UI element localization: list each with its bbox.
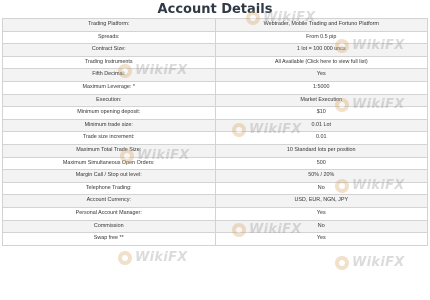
table-row: Contract Size: 1 lot = 100 000 units <box>2 43 428 57</box>
row-label: Maximum Simultaneous Open Orders: <box>2 156 216 171</box>
row-value: 10 Standard lots per position <box>214 143 428 158</box>
row-value: Webtrader, Mobile Trading and Fortuno Pl… <box>214 18 428 32</box>
row-label: Maximum Total Trade Size: <box>2 143 216 158</box>
row-label: Trading Instruments <box>2 55 216 70</box>
table-row: Maximum Simultaneous Open Orders: 500 <box>2 156 428 171</box>
table-row: Personal Account Manager: Yes <box>2 206 428 221</box>
row-label: Account Currency: <box>2 194 216 208</box>
row-value: Yes <box>214 206 428 221</box>
table-row: Swap free ** Yes <box>2 232 428 246</box>
row-label: Spreads: <box>2 30 216 45</box>
table-row: Trading Platform: Webtrader, Mobile Tradi… <box>2 18 428 32</box>
row-value: No <box>214 219 428 234</box>
row-value: USD, EUR, NGN, JPY <box>214 194 428 208</box>
table-row: Trade size increment: 0.01 <box>2 131 428 145</box>
row-label: Trading Platform: <box>2 18 216 32</box>
watermark-text: WikiFX <box>135 250 188 265</box>
table-row: Account Currency: USD, EUR, NGN, JPY <box>2 194 428 208</box>
table-row: Minimum opening deposit: $10 <box>2 106 428 120</box>
table-row: Spreads: From 0.5 pip <box>2 30 428 45</box>
table-row: Telephone Trading: No <box>2 181 428 196</box>
row-value: 1 lot = 100 000 units <box>214 43 428 57</box>
table-row: Execution: Market Execution <box>2 93 428 108</box>
row-label: Minimum trade size: <box>2 118 216 133</box>
row-label: Personal Account Manager: <box>2 206 216 221</box>
row-label: Swap free ** <box>2 232 216 246</box>
row-label: Trade size increment: <box>2 131 216 145</box>
table-row: Fifth Decimal: Yes <box>2 68 428 82</box>
account-details-table: Trading Platform: Webtrader, Mobile Tradi… <box>2 18 428 246</box>
row-value: 50% / 20% <box>214 169 428 183</box>
row-label: Maximum Leverage: * <box>2 80 216 95</box>
wikifx-logo-icon <box>118 250 132 265</box>
row-value: 0.01 <box>214 131 428 145</box>
row-label: Contract Size: <box>2 43 216 57</box>
table-row: Maximum Total Trade Size: 10 Standard lot… <box>2 143 428 158</box>
row-value: 1:5000 <box>214 80 428 95</box>
watermark: WikiFX <box>118 250 188 265</box>
row-value-link[interactable]: All Available (Click here to view full l… <box>214 55 428 70</box>
row-value: From 0.5 pip <box>214 30 428 45</box>
watermark: WikiFX <box>335 255 405 270</box>
row-label: Commission <box>2 219 216 234</box>
row-value: 500 <box>214 156 428 171</box>
table-row: Trading Instruments All Available (Click … <box>2 55 428 70</box>
row-value: 0.01 Lot <box>214 118 428 133</box>
table-row: Commission No <box>2 219 428 234</box>
row-label: Minimum opening deposit: <box>2 106 216 120</box>
row-label: Execution: <box>2 93 216 108</box>
table-row: Maximum Leverage: * 1:5000 <box>2 80 428 95</box>
row-label: Margin Call / Stop out level: <box>2 169 216 183</box>
table-row: Margin Call / Stop out level: 50% / 20% <box>2 169 428 183</box>
row-label: Telephone Trading: <box>2 181 216 196</box>
watermark-text: WikiFX <box>352 255 405 270</box>
table-row: Minimum trade size: 0.01 Lot <box>2 118 428 133</box>
row-value: Market Execution <box>214 93 428 108</box>
row-value: Yes <box>214 68 428 82</box>
wikifx-logo-icon <box>335 255 349 270</box>
row-value: Yes <box>214 232 428 246</box>
row-value: No <box>214 181 428 196</box>
row-value: $10 <box>214 106 428 120</box>
page-title: Account Details <box>157 2 273 17</box>
row-label: Fifth Decimal: <box>2 68 216 82</box>
